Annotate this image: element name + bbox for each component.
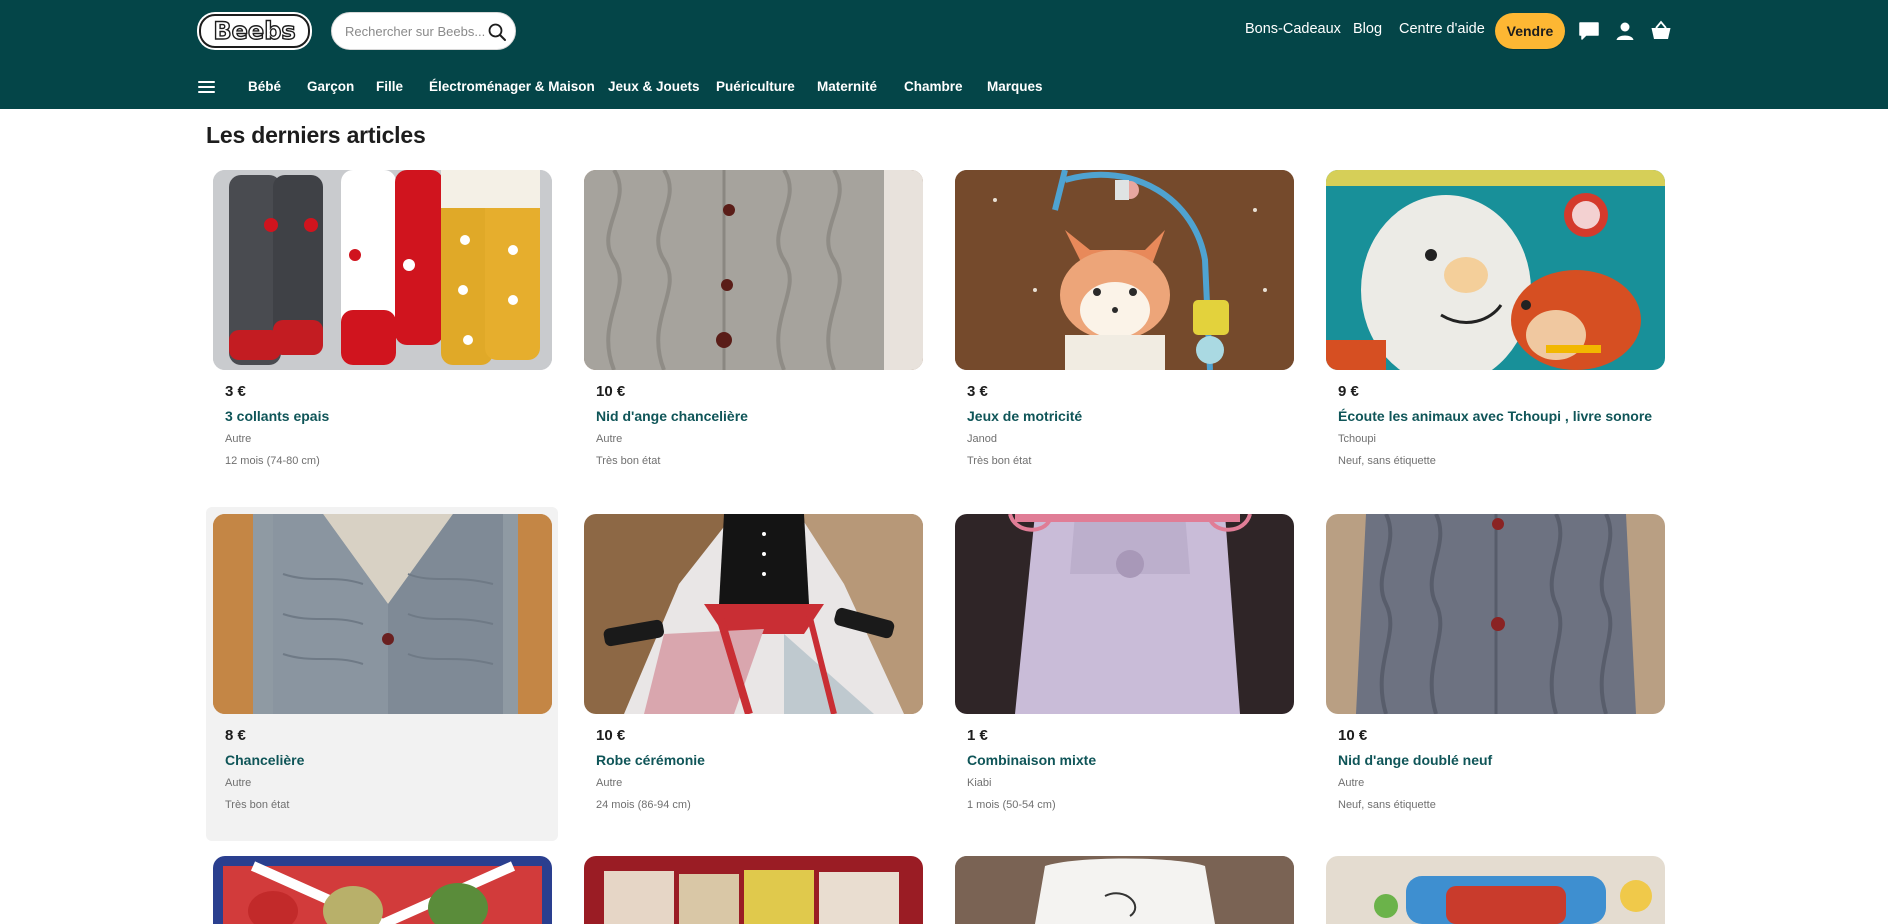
product-photo[interactable] bbox=[1326, 856, 1665, 924]
product-price: 3 € bbox=[225, 383, 246, 400]
product-photo[interactable] bbox=[955, 856, 1294, 924]
product-brand: Autre bbox=[1338, 777, 1365, 789]
product-brand: Janod bbox=[967, 433, 997, 445]
nav-electromenager-maison[interactable]: Électroménager & Maison bbox=[429, 79, 595, 94]
product-condition: 1 mois (50-54 cm) bbox=[967, 799, 1056, 811]
product-photo[interactable] bbox=[213, 514, 552, 714]
product-price: 10 € bbox=[596, 727, 626, 744]
product-price: 9 € bbox=[1338, 383, 1359, 400]
product-brand: Autre bbox=[225, 777, 252, 789]
product-photo[interactable] bbox=[955, 170, 1294, 370]
product-condition: 12 mois (74-80 cm) bbox=[225, 455, 320, 467]
nav-chambre[interactable]: Chambre bbox=[904, 79, 963, 94]
product-condition: Neuf, sans étiquette bbox=[1338, 799, 1436, 811]
product-photo[interactable] bbox=[584, 514, 923, 714]
product-card[interactable]: 3 € Jeux de motricité Janod Très bon éta… bbox=[948, 163, 1300, 497]
sell-button[interactable]: Vendre bbox=[1495, 13, 1565, 49]
product-price: 1 € bbox=[967, 727, 988, 744]
product-brand: Kiabi bbox=[967, 777, 992, 789]
product-condition: 24 mois (86-94 cm) bbox=[596, 799, 691, 811]
nav-garcon[interactable]: Garçon bbox=[307, 79, 354, 94]
product-photo[interactable] bbox=[1326, 170, 1665, 370]
product-card[interactable]: 8 € Chancelière Autre Très bon état bbox=[206, 507, 558, 841]
product-photo[interactable] bbox=[1326, 514, 1665, 714]
product-brand: Autre bbox=[596, 433, 623, 445]
nav-maternite[interactable]: Maternité bbox=[817, 79, 877, 94]
product-brand: Autre bbox=[596, 777, 623, 789]
product-card[interactable]: 10 € Nid d'ange chancelière Autre Très b… bbox=[577, 163, 929, 497]
product-title[interactable]: Combinaison mixte bbox=[967, 752, 1096, 768]
product-card[interactable]: 10 € Nid d'ange doublé neuf Autre Neuf, … bbox=[1319, 507, 1671, 841]
nav-fille[interactable]: Fille bbox=[376, 79, 403, 94]
menu-icon[interactable] bbox=[198, 81, 215, 95]
blog-link[interactable]: Blog bbox=[1353, 21, 1382, 37]
product-photo[interactable] bbox=[584, 170, 923, 370]
product-price: 10 € bbox=[596, 383, 626, 400]
product-title[interactable]: Chancelière bbox=[225, 752, 304, 768]
user-icon[interactable] bbox=[1613, 19, 1637, 43]
product-photo[interactable] bbox=[955, 514, 1294, 714]
product-price: 3 € bbox=[967, 383, 988, 400]
product-title[interactable]: 3 collants epais bbox=[225, 408, 329, 424]
product-title[interactable]: Robe cérémonie bbox=[596, 752, 705, 768]
section-title: Les derniers articles bbox=[206, 122, 426, 148]
search-icon[interactable] bbox=[487, 22, 507, 42]
help-center-link[interactable]: Centre d'aide bbox=[1399, 21, 1485, 37]
product-card[interactable]: 1 € Combinaison mixte Kiabi 1 mois (50-5… bbox=[948, 507, 1300, 841]
product-price: 10 € bbox=[1338, 727, 1368, 744]
beebs-logo[interactable]: Beebs bbox=[196, 11, 313, 51]
site-header: Beebs Bons-Cadeaux Blog Centre d'aide Ve… bbox=[0, 0, 1888, 109]
product-condition: Neuf, sans étiquette bbox=[1338, 455, 1436, 467]
product-title[interactable]: Écoute les animaux avec Tchoupi , livre … bbox=[1338, 408, 1652, 424]
nav-bebe[interactable]: Bébé bbox=[248, 79, 281, 94]
product-condition: Très bon état bbox=[967, 455, 1032, 467]
product-photo[interactable] bbox=[584, 856, 923, 924]
gift-cards-link[interactable]: Bons-Cadeaux bbox=[1245, 21, 1341, 37]
chat-icon[interactable] bbox=[1577, 19, 1601, 43]
product-card[interactable]: 9 € Écoute les animaux avec Tchoupi , li… bbox=[1319, 163, 1671, 497]
logo-text: Beebs bbox=[213, 17, 295, 45]
product-title[interactable]: Nid d'ange doublé neuf bbox=[1338, 752, 1492, 768]
product-photo[interactable] bbox=[213, 856, 552, 924]
product-brand: Tchoupi bbox=[1338, 433, 1376, 445]
product-card[interactable]: 10 € Robe cérémonie Autre 24 mois (86-94… bbox=[577, 507, 929, 841]
product-photo[interactable] bbox=[213, 170, 552, 370]
product-card[interactable]: 3 € 3 collants epais Autre 12 mois (74-8… bbox=[206, 163, 558, 497]
product-price: 8 € bbox=[225, 727, 246, 744]
search-input[interactable] bbox=[345, 13, 485, 49]
product-title[interactable]: Jeux de motricité bbox=[967, 408, 1082, 424]
search-bar[interactable] bbox=[331, 12, 516, 50]
product-title[interactable]: Nid d'ange chancelière bbox=[596, 408, 748, 424]
nav-marques[interactable]: Marques bbox=[987, 79, 1043, 94]
basket-icon[interactable] bbox=[1649, 19, 1673, 43]
nav-jeux-jouets[interactable]: Jeux & Jouets bbox=[608, 79, 700, 94]
nav-puericulture[interactable]: Puériculture bbox=[716, 79, 795, 94]
product-condition: Très bon état bbox=[225, 799, 290, 811]
product-condition: Très bon état bbox=[596, 455, 661, 467]
product-brand: Autre bbox=[225, 433, 252, 445]
